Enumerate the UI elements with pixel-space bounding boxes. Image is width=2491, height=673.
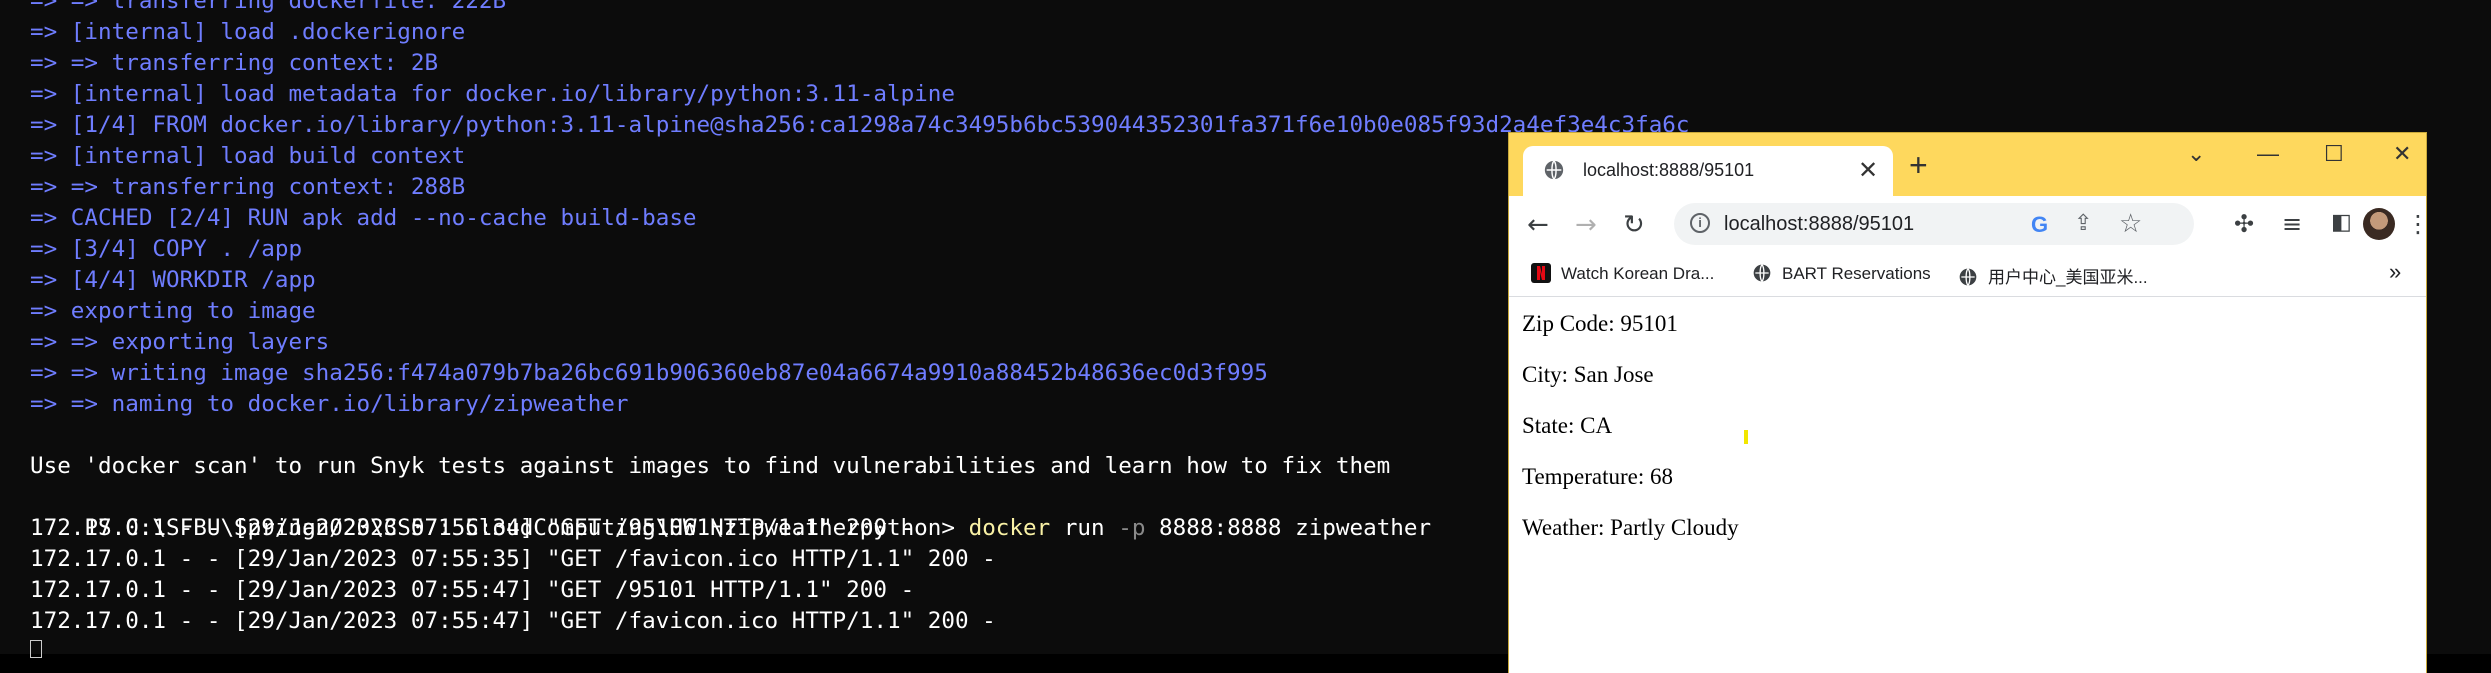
- zip-code-text: Zip Code: 95101: [1522, 311, 1678, 336]
- log-line: 172.17.0.1 - - [29/Jan/2023 07:55:47] "G…: [30, 608, 996, 634]
- prompt-arg: run: [1050, 515, 1119, 541]
- terminal-line: => CACHED [2/4] RUN apk add --no-cache b…: [30, 205, 697, 231]
- terminal-line: => => writing image sha256:f474a079b7ba2…: [30, 360, 1268, 386]
- browser-toolbar: ← → ↻ i localhost:8888/95101 G ⇪ ☆ ✣ ≡ ◧…: [1509, 196, 2430, 252]
- weather-text: Weather: Partly Cloudy: [1522, 515, 1739, 540]
- bookmark-item[interactable]: 用户中心_美国亚米...: [1958, 263, 2148, 288]
- log-line: 172.17.0.1 - - [29/Jan/2023 07:55:47] "G…: [30, 577, 915, 603]
- terminal-line: => [internal] load .dockerignore: [30, 19, 466, 45]
- terminal-line: => [4/4] WORKDIR /app: [30, 267, 316, 293]
- browser-titlebar[interactable]: localhost:8888/95101 ✕ + ⌄ — ☐ ✕: [1509, 133, 2426, 196]
- globe-icon: [1753, 264, 1771, 282]
- reload-icon[interactable]: ↻: [1623, 210, 1645, 240]
- side-panel-icon[interactable]: ◧: [2331, 210, 2352, 235]
- terminal-line: => => transferring context: 2B: [30, 50, 439, 76]
- new-tab-button[interactable]: +: [1909, 147, 1928, 183]
- tab-search-chevron-icon[interactable]: ⌄: [2187, 141, 2205, 167]
- terminal-line: => => transferring context: 288B: [30, 174, 466, 200]
- bookmarks-bar: Watch Korean Dra... BART Reservations 用户…: [1509, 252, 2426, 297]
- terminal-line: => => exporting layers: [30, 329, 330, 355]
- globe-icon: [1959, 268, 1977, 286]
- page-content: Zip Code: 95101 City: San Jose State: CA…: [1509, 297, 2426, 673]
- terminal-line: => [internal] load metadata for docker.i…: [30, 81, 955, 107]
- terminal-line: => exporting to image: [30, 298, 316, 324]
- share-icon[interactable]: ⇪: [2074, 210, 2092, 236]
- menu-icon[interactable]: ⋮: [2406, 210, 2430, 238]
- avatar[interactable]: [2363, 208, 2395, 240]
- maximize-button[interactable]: ☐: [2324, 141, 2344, 167]
- tab-close-icon[interactable]: ✕: [1858, 156, 1878, 185]
- terminal-line: => [3/4] COPY . /app: [30, 236, 303, 262]
- temperature-text: Temperature: 68: [1522, 464, 1674, 489]
- city-text: City: San Jose: [1522, 362, 1654, 387]
- bookmarks-overflow-button[interactable]: »: [2389, 259, 2401, 285]
- terminal-line: => [1/4] FROM docker.io/library/python:3…: [30, 112, 1690, 138]
- forward-icon[interactable]: →: [1575, 210, 1597, 240]
- bookmark-label: BART Reservations: [1782, 264, 1931, 283]
- back-icon[interactable]: ←: [1527, 210, 1549, 240]
- netflix-icon: [1531, 263, 1551, 283]
- browser-window[interactable]: localhost:8888/95101 ✕ + ⌄ — ☐ ✕ ← → ↻ i…: [1509, 133, 2430, 673]
- terminal-cursor: [30, 640, 42, 658]
- prompt-command: docker: [968, 515, 1051, 541]
- text-cursor-mark: [1744, 430, 1748, 444]
- close-window-button[interactable]: ✕: [2393, 141, 2411, 167]
- terminal-line: => => naming to docker.io/library/zipwea…: [30, 391, 629, 417]
- address-bar[interactable]: i localhost:8888/95101 G ⇪ ☆: [1674, 203, 2194, 245]
- terminal-line: => [internal] load build context: [30, 143, 466, 169]
- bookmark-item[interactable]: BART Reservations: [1752, 263, 1931, 284]
- site-info-icon[interactable]: i: [1690, 213, 1710, 233]
- bookmark-star-icon[interactable]: ☆: [2119, 208, 2142, 239]
- bookmark-item[interactable]: Watch Korean Dra...: [1531, 263, 1714, 284]
- prompt-flag: -p: [1118, 515, 1146, 541]
- state-text: State: CA: [1522, 413, 1613, 438]
- browser-tab[interactable]: localhost:8888/95101 ✕: [1523, 146, 1893, 196]
- terminal-line: => => transferring dockerfile: 222B: [30, 0, 507, 14]
- tab-title: localhost:8888/95101: [1583, 160, 1755, 180]
- minimize-button[interactable]: —: [2257, 141, 2279, 167]
- bookmark-label: 用户中心_美国亚米...: [1988, 268, 2148, 287]
- globe-icon: [1544, 160, 1564, 180]
- extensions-icon[interactable]: ✣: [2234, 210, 2254, 238]
- prompt-rest: 8888:8888 zipweather: [1145, 515, 1432, 541]
- bookmark-label: Watch Korean Dra...: [1561, 264, 1715, 283]
- media-queue-icon[interactable]: ≡: [2282, 210, 2302, 238]
- log-line: 172.17.0.1 - - [29/Jan/2023 07:55:35] "G…: [30, 546, 996, 572]
- terminal-line: Use 'docker scan' to run Snyk tests agai…: [30, 453, 1391, 479]
- url-text[interactable]: localhost:8888/95101: [1724, 213, 1914, 236]
- log-line: 172.17.0.1 - - [29/Jan/2023 07:55:34] "G…: [30, 515, 915, 541]
- google-icon[interactable]: G: [2031, 212, 2048, 238]
